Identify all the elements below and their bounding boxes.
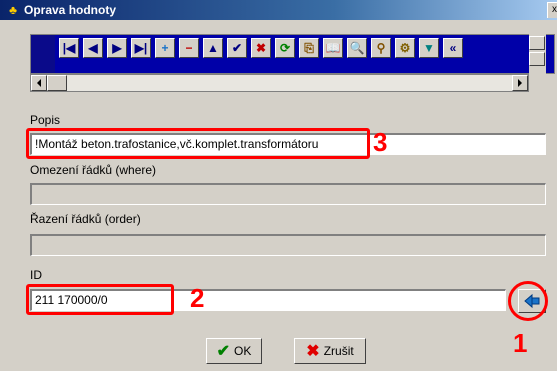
title-bar[interactable]: ♣ Oprava hodnoty x (0, 0, 557, 20)
ok-button[interactable]: ✔ OK (206, 338, 262, 364)
annotation-1: 1 (513, 328, 528, 358)
first-record-button[interactable]: |◀ (59, 38, 79, 58)
popis-label: Popis (30, 113, 61, 127)
record-navigator: |◀ ◀ ▶ ▶| + − ▲ ✔ ✖ ⟳ ⎘ 📖 🔍 ⚲ ⚙ ▼ « (30, 34, 555, 74)
scroll-right-button[interactable] (512, 75, 528, 91)
prior-record-icon: ◀ (88, 41, 98, 55)
scroll-left-button[interactable] (31, 75, 47, 91)
post-record-icon: ✔ (231, 41, 243, 55)
where-field[interactable] (30, 183, 546, 205)
find-next-icon: ⚲ (376, 41, 386, 55)
filter-button[interactable]: ▼ (419, 38, 439, 58)
navigator-scroll[interactable] (529, 34, 546, 74)
next-record-icon: ▶ (112, 41, 122, 55)
copy-button[interactable]: ⎘ (299, 38, 319, 58)
annotation-2: 2 (190, 283, 205, 313)
highlight-popis (26, 128, 370, 159)
annotation-3: 3 (373, 127, 388, 157)
highlight-id (26, 284, 174, 315)
edit-record-button[interactable]: ▲ (203, 38, 223, 58)
find-button[interactable]: 🔍 (347, 38, 367, 58)
close-button[interactable]: x (547, 2, 557, 18)
copy-icon: ⎘ (304, 40, 314, 55)
horizontal-scrollbar[interactable] (30, 74, 529, 92)
prior-record-button[interactable]: ◀ (83, 38, 103, 58)
dialog-window: ♣ Oprava hodnoty x |◀ ◀ ▶ ▶| + − ▲ ✔ ✖ ⟳ ⎘ 📖 🔍 ⚲ ⚙ ▼ « P… (0, 0, 557, 371)
order-label: Řazení řádků (order) (30, 212, 141, 226)
book-button[interactable]: 📖 (323, 38, 343, 58)
cancel-record-icon: ✖ (255, 41, 267, 55)
cancel-button[interactable]: ✖ Zrušit (294, 338, 366, 364)
insert-record-button[interactable]: + (155, 38, 175, 58)
edit-record-icon: ▲ (207, 41, 219, 55)
find-next-button[interactable]: ⚲ (371, 38, 391, 58)
next-record-button[interactable]: ▶ (107, 38, 127, 58)
book-icon: 📖 (325, 41, 341, 55)
refresh-button[interactable]: ⟳ (275, 38, 295, 58)
post-record-button[interactable]: ✔ (227, 38, 247, 58)
filter-icon: ▼ (423, 41, 435, 55)
where-label: Omezení řádků (where) (30, 163, 157, 177)
insert-record-icon: + (161, 41, 169, 55)
last-record-icon: ▶| (134, 41, 148, 55)
cancel-icon: ✖ (306, 343, 320, 360)
more-button[interactable]: « (443, 38, 463, 58)
scroll-thumb[interactable] (47, 75, 67, 91)
delete-record-button[interactable]: − (179, 38, 199, 58)
first-record-icon: |◀ (62, 41, 76, 55)
highlight-lookup (508, 281, 548, 321)
order-field[interactable] (30, 234, 546, 256)
checkmark-icon: ✔ (216, 343, 231, 360)
app-icon: ♣ (9, 3, 17, 17)
arrow-left-icon (37, 79, 41, 87)
find-icon: 🔍 (349, 41, 365, 55)
refresh-icon: ⟳ (279, 41, 291, 55)
arrow-right-icon (518, 79, 522, 87)
window-title: Oprava hodnoty (24, 3, 117, 17)
last-record-button[interactable]: ▶| (131, 38, 151, 58)
delete-record-icon: − (185, 41, 193, 55)
cancel-record-button[interactable]: ✖ (251, 38, 271, 58)
id-label: ID (30, 268, 42, 282)
settings-button[interactable]: ⚙ (395, 38, 415, 58)
more-icon: « (449, 41, 457, 55)
settings-icon: ⚙ (399, 41, 411, 55)
